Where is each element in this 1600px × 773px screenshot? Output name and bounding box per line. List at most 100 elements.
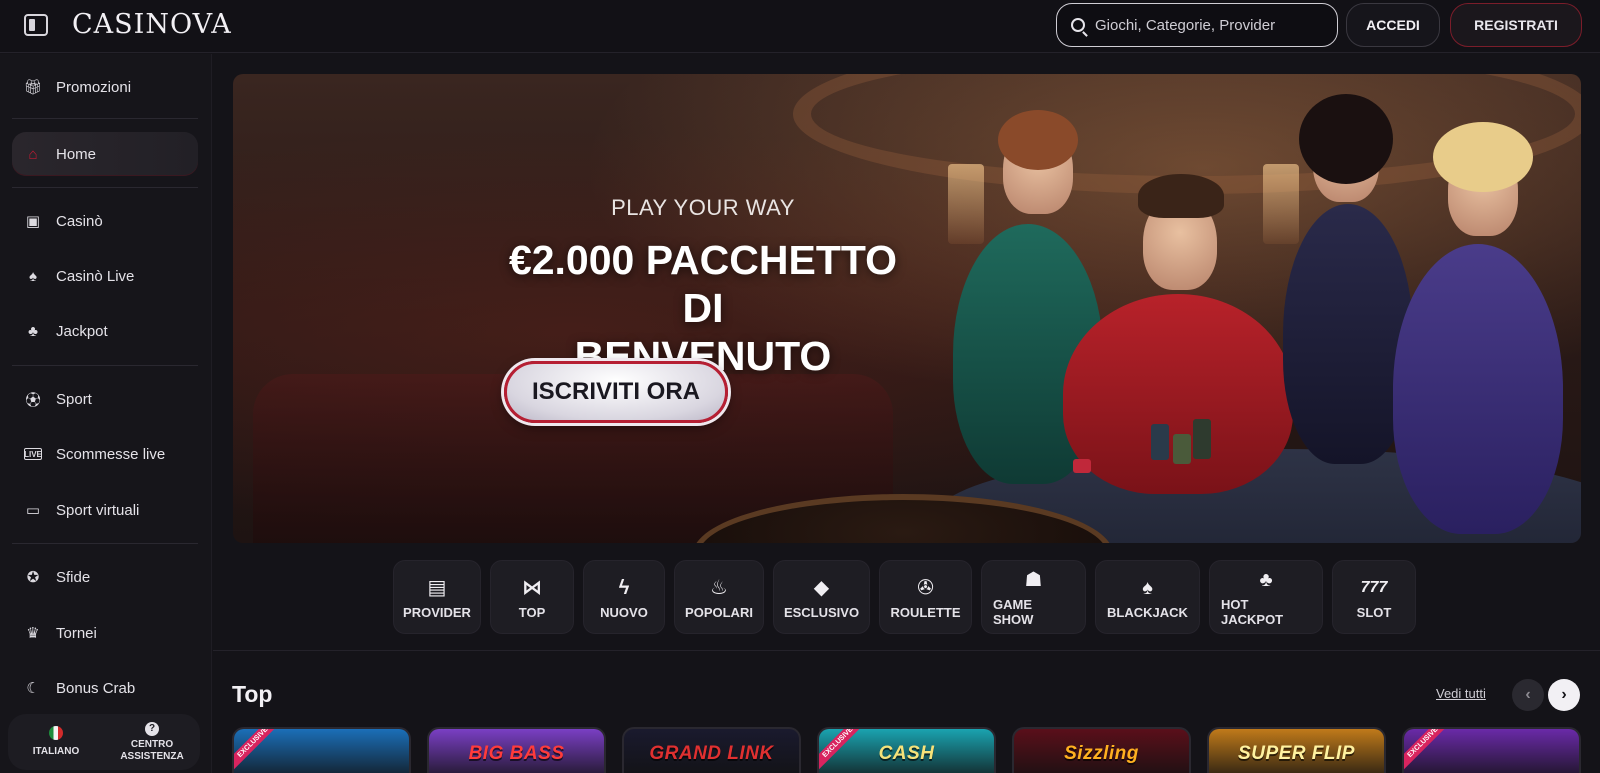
game-carousel: EXCLUSIVE BIG BASS GRAND LINK EXCLUSIVE CASH… <box>232 727 1581 773</box>
sidebar-divider <box>12 118 198 119</box>
banner-title: €2.000 PACCHETTO DI BENVENUTO <box>493 236 913 380</box>
sidebar-divider <box>12 543 198 544</box>
category-label: TOP <box>518 604 546 620</box>
banner-figure-art <box>1063 294 1293 494</box>
category-label: GAME SHOW <box>993 597 1034 627</box>
category-label: PROVIDER <box>403 604 471 620</box>
search-box[interactable] <box>1056 3 1338 47</box>
game-card[interactable]: EXCLUSIVE CASH <box>817 727 996 773</box>
section-title-top: Top <box>232 681 273 707</box>
game-title: GRAND LINK <box>649 743 774 764</box>
top-header: CASINOVA ACCEDI REGISTRATI <box>0 0 1600 53</box>
game-card[interactable]: EXCLUSIVE <box>1402 727 1581 773</box>
sidebar-item-label: Sport <box>56 390 92 408</box>
banner-chips-art <box>1173 434 1191 464</box>
sidebar-item-tornei[interactable]: ♛ Tornei <box>12 611 198 655</box>
category-bar: ▤ PROVIDER ⋈ TOP ϟ NUOVO ♨ POPOLARI ◆ ES… <box>393 560 1416 634</box>
category-top[interactable]: ⋈ TOP <box>490 560 574 634</box>
sidebar-divider <box>12 365 198 366</box>
category-game-show[interactable]: ☗ GAME SHOW <box>981 560 1086 634</box>
live-cards-icon: ♠ <box>29 267 37 285</box>
category-esclusivo[interactable]: ◆ ESCLUSIVO <box>773 560 870 634</box>
signup-now-button[interactable]: ISCRIVITI ORA <box>504 361 728 423</box>
sidebar-item-label: Promozioni <box>56 78 132 96</box>
search-input[interactable] <box>1095 16 1325 34</box>
trophy-icon: ♛ <box>26 625 40 642</box>
game-title: CASH <box>878 743 935 764</box>
crab-claw-icon: ☾ <box>26 680 40 697</box>
category-popolari[interactable]: ♨ POPOLARI <box>674 560 764 634</box>
sidebar-item-sfide[interactable]: ✪ Sfide <box>12 555 198 599</box>
sidebar-item-label: Casinò Live <box>56 267 135 285</box>
sidebar-item-label: Sport virtuali <box>56 501 140 519</box>
sidebar-item-label: Casinò <box>56 212 103 230</box>
sidebar-item-bonus-crab[interactable]: ☾ Bonus Crab <box>12 666 198 710</box>
banner-chips-art <box>1193 419 1211 459</box>
carousel-next-button[interactable]: › <box>1548 679 1580 711</box>
category-roulette[interactable]: ✇ ROULETTE <box>879 560 972 634</box>
category-label: ESCLUSIVO <box>783 604 860 620</box>
category-label: HOT JACKPOT <box>1221 597 1284 627</box>
login-button[interactable]: ACCEDI <box>1346 3 1440 47</box>
sidebar-item-promozioni[interactable]: 🎁︎ Promozioni <box>12 65 198 109</box>
exclusive-ribbon: EXCLUSIVE <box>819 729 867 772</box>
slot-machine-icon: ▣ <box>25 213 41 230</box>
help-icon: ? <box>145 721 159 736</box>
sidebar-item-casino-live[interactable]: ♠ Casinò Live <box>12 254 198 298</box>
category-provider[interactable]: ▤ PROVIDER <box>393 560 481 634</box>
sidebar-item-jackpot[interactable]: ♣ Jackpot <box>12 309 198 353</box>
sidebar-item-scommesse-live[interactable]: LIVE Scommesse live <box>12 432 198 476</box>
hot-pepper-icon: ♣ <box>1259 569 1273 591</box>
banner-lamp-art <box>948 164 984 244</box>
promo-banner[interactable]: PLAY YOUR WAY €2.000 PACCHETTO DI BENVEN… <box>233 74 1581 543</box>
help-label-line2: ASSISTENZA <box>120 750 184 762</box>
category-label: POPOLARI <box>685 604 753 620</box>
search-icon <box>1071 18 1085 32</box>
virtual-screen-icon: ▭ <box>25 502 41 519</box>
category-slot[interactable]: 777 SLOT <box>1332 560 1416 634</box>
mask-icon: ☗ <box>1024 569 1043 591</box>
game-title: SUPER FLIP <box>1238 743 1355 764</box>
category-label: NUOVO <box>600 604 648 620</box>
banner-lamp-art <box>1263 164 1299 244</box>
category-nuovo[interactable]: ϟ NUOVO <box>583 560 665 634</box>
bow-tie-icon: ⋈ <box>522 576 542 599</box>
medal-icon: ✪ <box>26 569 40 586</box>
diamond-icon: ◆ <box>813 576 830 599</box>
game-card[interactable]: EXCLUSIVE <box>232 727 411 773</box>
sidebar-item-label: Home <box>56 145 97 163</box>
banner-chips-art <box>1151 424 1169 460</box>
sidebar-item-sport[interactable]: ⚽︎ Sport <box>12 377 198 421</box>
exclusive-ribbon: EXCLUSIVE <box>1404 729 1452 772</box>
game-card[interactable]: SUPER FLIP <box>1207 727 1386 773</box>
see-all-link[interactable]: Vedi tutti <box>1436 686 1486 701</box>
register-button[interactable]: REGISTRATI <box>1450 3 1582 47</box>
section-divider <box>213 650 1600 651</box>
sidebar-item-home[interactable]: ⌂ Home <box>12 132 198 176</box>
sidebar-footer: ITALIANO ? CENTRO ASSISTENZA <box>8 714 200 770</box>
sidebar-item-sport-virtuali[interactable]: ▭ Sport virtuali <box>12 488 198 532</box>
sidebar-divider <box>12 187 198 188</box>
sidebar-item-label: Scommesse live <box>56 445 166 463</box>
game-card[interactable]: GRAND LINK <box>622 727 801 773</box>
gift-icon: 🎁︎ <box>23 79 43 96</box>
exclusive-ribbon: EXCLUSIVE <box>234 729 282 772</box>
language-label: ITALIANO <box>32 746 80 757</box>
sidebar-toggle-icon[interactable] <box>24 14 48 36</box>
carousel-prev-button[interactable]: ‹ <box>1512 679 1544 711</box>
provider-book-icon: ▤ <box>427 576 447 599</box>
category-hot-jackpot[interactable]: ♣ HOT JACKPOT <box>1209 560 1323 634</box>
sidebar-item-label: Sfide <box>56 568 91 586</box>
roulette-icon: ✇ <box>917 576 934 599</box>
lightning-icon: ϟ <box>618 576 630 599</box>
casinova-logo[interactable]: CASINOVA <box>72 9 232 40</box>
italy-flag-icon <box>49 726 63 740</box>
game-card[interactable]: BIG BASS <box>427 727 606 773</box>
category-label: SLOT <box>1356 604 1392 620</box>
sidebar-item-label: Tornei <box>56 624 97 642</box>
game-card[interactable]: Sizzling <box>1012 727 1191 773</box>
language-button[interactable]: ITALIANO <box>8 714 104 770</box>
sidebar-item-casino[interactable]: ▣ Casinò <box>12 199 198 243</box>
category-blackjack[interactable]: ♠ BLACKJACK <box>1095 560 1200 634</box>
help-center-button[interactable]: ? CENTRO ASSISTENZA <box>104 714 200 770</box>
